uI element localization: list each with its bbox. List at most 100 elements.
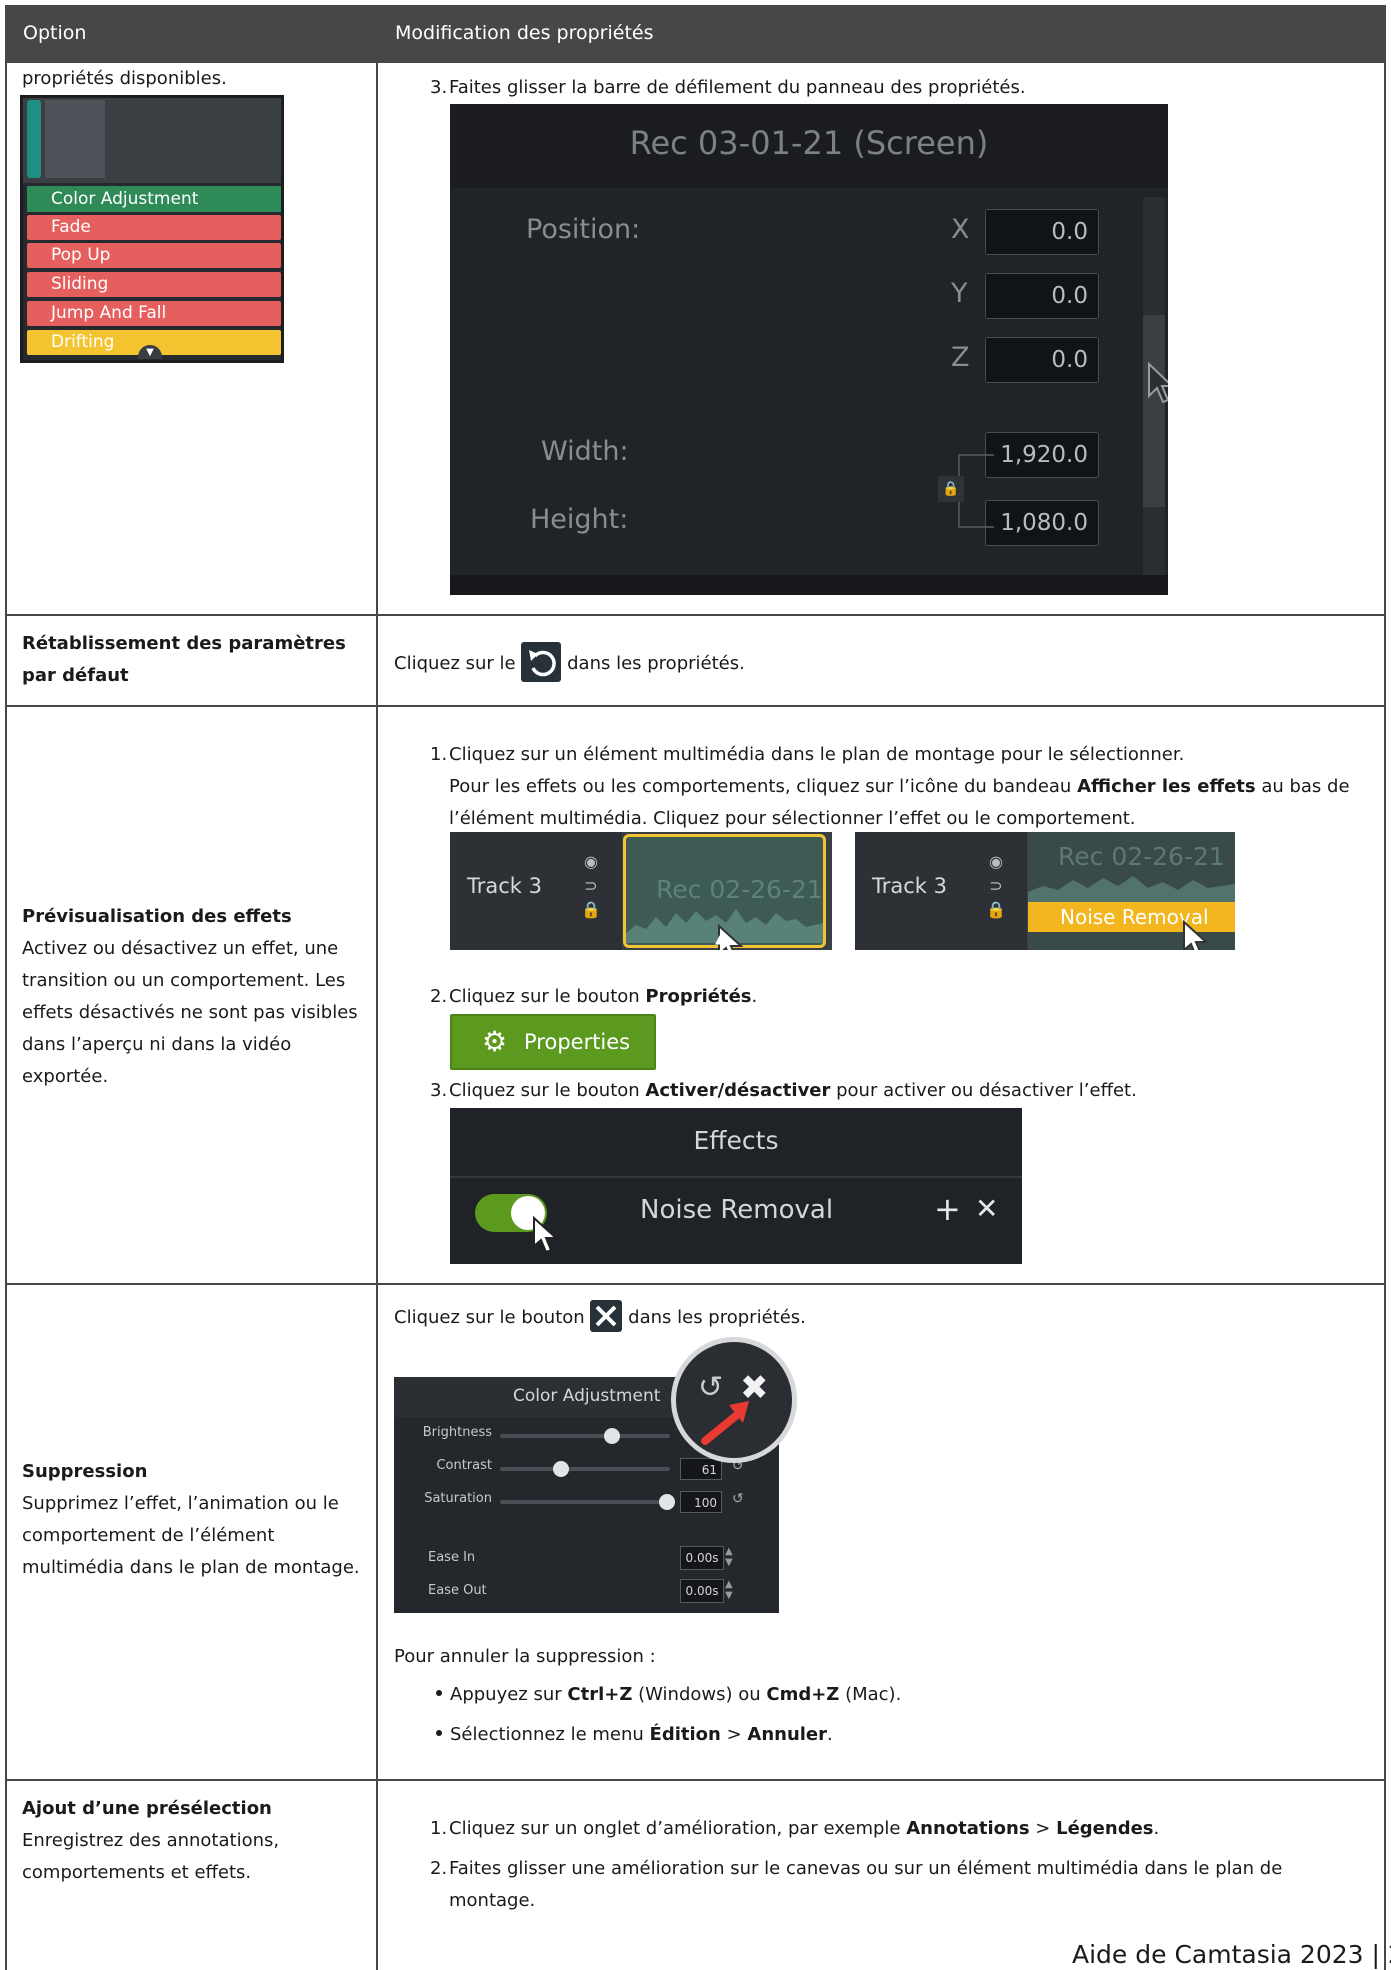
slider-label: Contrast <box>436 1458 492 1473</box>
row1-title: Rétablissement des paramètres par défaut <box>22 633 346 686</box>
slider-track[interactable] <box>500 1434 670 1438</box>
library-item-color-adjustment[interactable]: Color Adjustment <box>27 186 281 212</box>
slider-label: Saturation <box>424 1491 492 1506</box>
library-list-screenshot: Color Adjustment Fade Pop Up Sliding Jum… <box>20 95 284 363</box>
effects-panel-screenshot: Effects Noise Removal + ✕ <box>450 1108 1022 1264</box>
thumbnail-image <box>45 100 105 178</box>
library-item-jump-and-fall[interactable]: Jump And Fall <box>27 301 281 326</box>
instruction-text: Cliquez sur le bouton <box>394 1307 585 1328</box>
panel-footer <box>450 575 1168 595</box>
undo-bullet-menu: Sélectionnez le menu Édition > Annuler. <box>450 1719 833 1751</box>
divider <box>450 1176 1022 1178</box>
width-field[interactable]: 1,920.0 <box>985 432 1099 478</box>
slider-thumb[interactable] <box>658 1494 675 1510</box>
step-text: . <box>1153 1818 1160 1839</box>
slider-thumb[interactable] <box>604 1428 621 1444</box>
position-y-field[interactable]: 0.0 <box>985 273 1099 319</box>
row3-description: Supprimez l’effet, l’animation ou le com… <box>22 1493 360 1578</box>
height-field[interactable]: 1,080.0 <box>985 500 1099 546</box>
row2-step1: 1. Cliquez sur un élément multimédia dans… <box>430 739 1380 835</box>
ease-out-field[interactable]: 0.00s <box>680 1579 724 1603</box>
undo-intro: Pour annuler la suppression : <box>394 1646 656 1667</box>
row0-left-text: propriétés disponibles. <box>22 68 227 89</box>
table-header: Option Modification des propriétés <box>5 5 1386 63</box>
row-divider <box>5 614 1386 616</box>
library-item-sliding[interactable]: Sliding <box>27 272 281 297</box>
instruction-text: Cliquez sur le <box>394 653 516 674</box>
step-text-bold: Propriétés <box>645 986 752 1007</box>
slider-track[interactable] <box>500 1467 670 1471</box>
menu-name: Édition <box>649 1724 721 1745</box>
ease-in-field[interactable]: 0.00s <box>680 1546 724 1570</box>
bullet-text: (Mac). <box>839 1684 902 1705</box>
row4-title: Ajout d’une présélection <box>22 1798 272 1819</box>
properties-button-label: Properties <box>524 1030 631 1054</box>
library-item-fade[interactable]: Fade <box>27 215 281 240</box>
library-item-label: Jump And Fall <box>51 303 167 323</box>
step-text: Cliquez sur un onglet d’amélioration, pa… <box>449 1818 907 1839</box>
row2-description: Activez ou désactivez un effet, une tran… <box>22 938 358 1087</box>
axis-z-label: Z <box>951 342 970 373</box>
mouse-cursor-icon <box>533 1216 558 1254</box>
bullet-text: . <box>827 1724 833 1745</box>
slider-value-field[interactable]: 100 <box>680 1491 722 1513</box>
step-text: . <box>751 986 758 1007</box>
panel-title-bar: Rec 03-01-21 (Screen) <box>450 104 1168 188</box>
axis-x-label: X <box>951 214 970 245</box>
color-adjustment-screenshot: Color Adjustment Brightness Contrast 61 ↺ Sa… <box>394 1337 806 1613</box>
row3-instruction: Cliquez sur le bouton dans les propriété… <box>394 1300 806 1334</box>
row4-step2: 2. Faites glisser une amélioration sur le… <box>430 1853 1370 1917</box>
step-text: Pour les effets ou les comportements, cl… <box>449 776 1078 797</box>
track-visibility-icons[interactable]: ◉ ⊃ 🔒 <box>986 850 1006 922</box>
step-text: pour activer ou désactiver l’effet. <box>830 1080 1137 1101</box>
close-icon[interactable]: ✕ <box>975 1192 998 1225</box>
add-icon[interactable]: + <box>934 1190 961 1228</box>
effects-title: Effects <box>693 1126 779 1155</box>
slider-thumb[interactable] <box>553 1461 570 1477</box>
position-z-field[interactable]: 0.0 <box>985 337 1099 383</box>
bullet <box>436 1690 442 1696</box>
scrollbar-thumb[interactable] <box>1143 315 1165 507</box>
shortcut: Ctrl+Z <box>567 1684 633 1705</box>
reset-icon[interactable]: ↺ <box>732 1491 744 1507</box>
track-label: Track 3 <box>467 874 542 898</box>
stepper-icon[interactable]: ▲ ▼ <box>725 1579 733 1601</box>
track-visibility-icons[interactable]: ◉ ⊃ 🔒 <box>581 850 601 922</box>
reset-icon <box>521 642 562 682</box>
row2-step2: 2. Cliquez sur le bouton Propriétés. <box>430 981 757 1013</box>
step-text: Cliquez sur le bouton <box>449 986 646 1007</box>
width-label: Width: <box>541 436 629 467</box>
row0-step3: 3. Faites glisser la barre de défilement … <box>430 72 1026 104</box>
effects-header: Effects <box>450 1108 1022 1176</box>
position-label: Position: <box>526 214 641 245</box>
lock-icon[interactable]: 🔒 <box>938 476 964 502</box>
row1-instruction: Cliquez sur le dans les propriétés. <box>394 642 745 684</box>
step-text: > <box>1029 1818 1057 1839</box>
position-x-field[interactable]: 0.0 <box>985 209 1099 255</box>
slider-value-field[interactable]: 61 <box>680 1458 722 1480</box>
properties-button[interactable]: ⚙ Properties <box>450 1014 656 1070</box>
library-item-pop-up[interactable]: Pop Up <box>27 243 281 268</box>
table-border-right <box>1384 5 1386 1970</box>
step-text: Cliquez sur un élément multimédia dans l… <box>449 744 1185 765</box>
height-label: Height: <box>530 504 629 535</box>
timeline-track-effects-screenshot: Track 3 ◉ ⊃ 🔒 Rec 02-26-21 Noise Removal <box>855 832 1235 950</box>
slider-track[interactable] <box>500 1500 670 1504</box>
bullet-text: > <box>720 1724 748 1745</box>
step-text: Cliquez sur le bouton <box>449 1080 646 1101</box>
bullet <box>436 1730 442 1736</box>
bullet-text: Sélectionnez le menu <box>450 1724 650 1745</box>
row3-title: Suppression <box>22 1461 148 1482</box>
ease-in-label: Ease In <box>428 1550 476 1565</box>
ease-out-label: Ease Out <box>428 1583 487 1598</box>
bullet-text: Appuyez sur <box>450 1684 568 1705</box>
step-text: Faites glisser la barre de défilement du… <box>449 77 1026 98</box>
properties-panel-screenshot: Rec 03-01-21 (Screen) Position: X Y Z 0.… <box>450 104 1168 595</box>
row2-step3: 3. Cliquez sur le bouton Activer/désactiv… <box>430 1075 1137 1107</box>
row-divider <box>5 1283 1386 1285</box>
stepper-icon[interactable]: ▲ ▼ <box>725 1546 733 1568</box>
table-column-divider <box>376 5 378 1970</box>
step-text-bold: Légendes <box>1056 1818 1154 1839</box>
chevron-up-icon[interactable]: ▲ <box>715 932 731 946</box>
row4-description: Enregistrez des annotations, comportemen… <box>22 1830 280 1883</box>
